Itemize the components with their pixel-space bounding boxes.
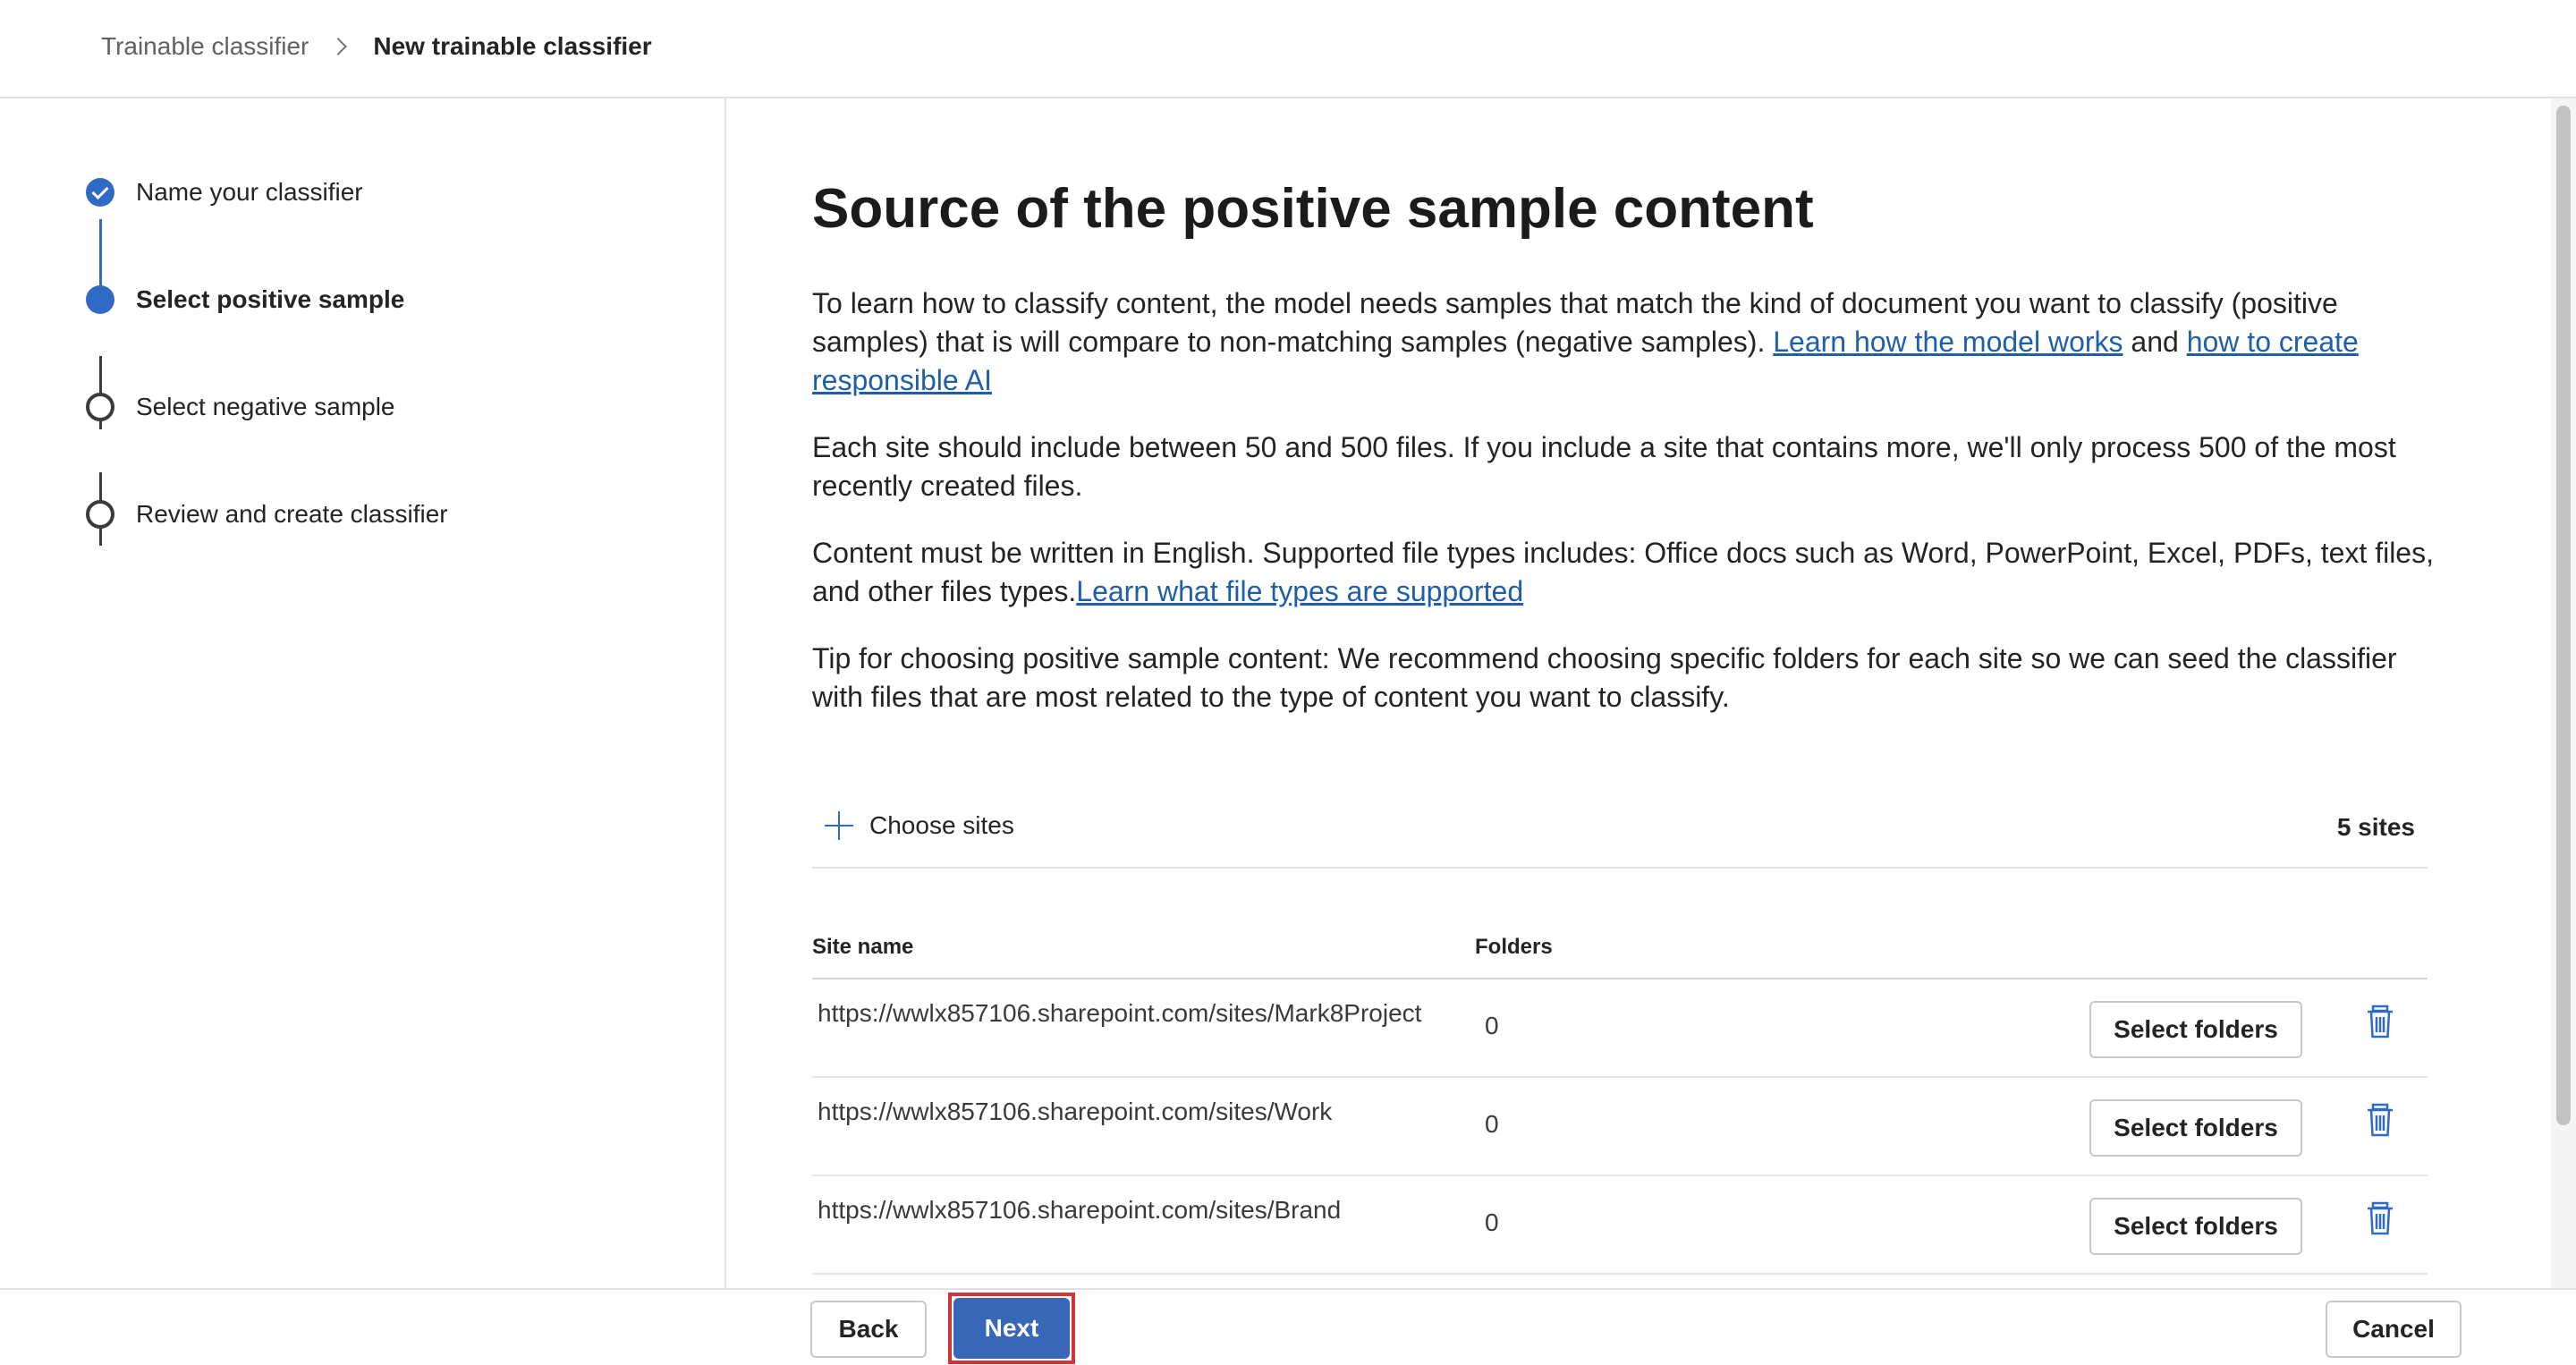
site-url: https://wwlx857106.sharepoint.com/sites/… (818, 1098, 1333, 1125)
select-folders-button[interactable]: Select folders (2089, 1198, 2302, 1255)
page-header: Trainable classifier New trainable class… (0, 0, 2576, 98)
intro-joiner: and (2123, 326, 2187, 358)
page-title: Source of the positive sample content (812, 178, 1814, 240)
trash-icon[interactable] (2363, 1005, 2397, 1040)
choose-sites-bar: Choose sites 5 sites (812, 790, 2428, 869)
main-content: Source of the positive sample content To… (726, 98, 2551, 1288)
scrollbar-thumb[interactable] (2556, 106, 2571, 1125)
plus-icon (825, 811, 853, 840)
breadcrumb: Trainable classifier New trainable class… (101, 30, 652, 63)
step-review-create[interactable]: Review and create classifier (86, 500, 448, 529)
site-url: https://wwlx857106.sharepoint.com/sites/… (818, 1196, 1342, 1224)
step-label: Name your classifier (136, 178, 363, 206)
intro-paragraph: To learn how to classify content, the mo… (812, 284, 2440, 400)
trash-icon[interactable] (2363, 1201, 2397, 1237)
file-count-paragraph: Each site should include between 50 and … (812, 431, 2396, 502)
choose-sites-label: Choose sites (869, 811, 1014, 839)
language-paragraph: Content must be written in English. Supp… (812, 534, 2440, 611)
file-types-link[interactable]: Learn what file types are supported (1076, 575, 1523, 607)
pending-step-icon (86, 393, 114, 421)
column-header-folders[interactable]: Folders (1475, 935, 1553, 960)
table-header: Site name Folders (812, 917, 2428, 979)
step-select-positive-sample[interactable]: Select positive sample (86, 285, 404, 314)
cancel-button[interactable]: Cancel (2326, 1301, 2462, 1358)
table-row: https://wwlx857106.sharepoint.com/sites/… (812, 1176, 2428, 1275)
chevron-right-icon (329, 38, 348, 55)
sites-count: 5 sites (2336, 813, 2415, 841)
language-text: Content must be written in English. Supp… (812, 537, 2434, 607)
vertical-scrollbar[interactable] (2551, 98, 2576, 1288)
select-folders-button[interactable]: Select folders (2089, 1099, 2302, 1157)
folder-count: 0 (1485, 1012, 1499, 1039)
back-button[interactable]: Back (810, 1301, 927, 1358)
sites-table: Site name Folders https://wwlx857106.sha… (812, 917, 2428, 1275)
choose-sites-button[interactable]: Choose sites (825, 811, 1014, 840)
step-label: Select negative sample (136, 393, 395, 420)
select-folders-button[interactable]: Select folders (2089, 1001, 2302, 1058)
pending-step-icon (86, 500, 114, 529)
site-url: https://wwlx857106.sharepoint.com/sites/… (818, 999, 1422, 1027)
check-icon (86, 178, 114, 207)
trash-icon[interactable] (2363, 1103, 2397, 1139)
tip-paragraph: Tip for choosing positive sample content… (812, 642, 2397, 713)
breadcrumb-trainable-classifier[interactable]: Trainable classifier (101, 30, 309, 63)
breadcrumb-current: New trainable classifier (373, 32, 652, 60)
column-header-site-name[interactable]: Site name (812, 935, 913, 960)
wizard-footer: Back Next Cancel (0, 1288, 2576, 1365)
table-row: https://wwlx857106.sharepoint.com/sites/… (812, 979, 2428, 1078)
step-label: Select positive sample (136, 285, 405, 313)
table-row: https://wwlx857106.sharepoint.com/sites/… (812, 1078, 2428, 1176)
step-label: Review and create classifier (136, 500, 448, 528)
next-button[interactable]: Next (953, 1298, 1070, 1359)
learn-model-link[interactable]: Learn how the model works (1773, 326, 2123, 358)
folder-count: 0 (1485, 1110, 1499, 1138)
step-name-classifier[interactable]: Name your classifier (86, 178, 363, 207)
step-select-negative-sample[interactable]: Select negative sample (86, 393, 395, 421)
wizard-steps: Name your classifier Select positive sam… (0, 98, 726, 1288)
current-step-icon (86, 285, 114, 314)
folder-count: 0 (1485, 1208, 1499, 1236)
